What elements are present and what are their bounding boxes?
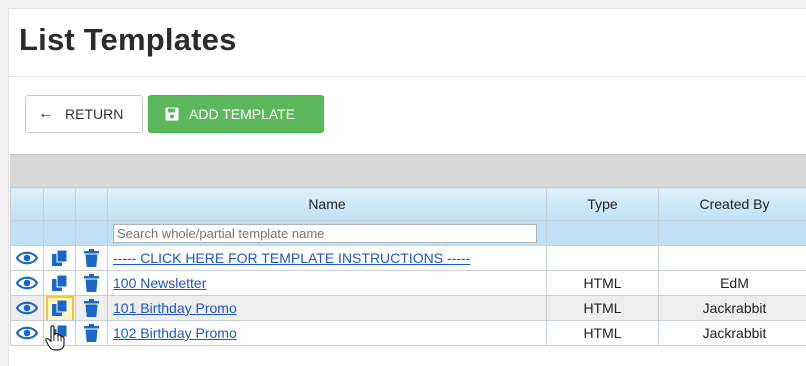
created-by-cell: EdM <box>659 271 806 296</box>
hand-cursor-icon <box>45 325 67 351</box>
add-template-button[interactable]: ADD TEMPLATE <box>148 95 324 133</box>
type-cell <box>547 246 659 271</box>
arrow-left-icon: ← <box>38 106 54 122</box>
column-header-type[interactable]: Type <box>547 188 659 221</box>
header-delete-col <box>76 188 108 221</box>
created-by-cell <box>659 246 806 271</box>
trash-icon[interactable] <box>84 249 99 267</box>
title-divider <box>8 76 806 77</box>
trash-icon[interactable] <box>84 299 99 317</box>
template-link[interactable]: 101 Birthday Promo <box>113 300 237 316</box>
eye-icon[interactable] <box>16 325 38 341</box>
name-filter-cell <box>108 221 547 246</box>
template-search-input[interactable] <box>113 224 537 243</box>
created-by-cell: Jackrabbit <box>659 321 806 346</box>
templates-table: Name Type Created By ----- CLICK HERE FO… <box>10 187 806 346</box>
header-copy-col <box>44 188 76 221</box>
filter-row <box>11 221 806 246</box>
copy-icon[interactable] <box>51 299 69 317</box>
grid-group-bar <box>10 154 806 187</box>
column-header-created-by[interactable]: Created By <box>659 188 806 221</box>
table-row: ----- CLICK HERE FOR TEMPLATE INSTRUCTIO… <box>11 246 806 271</box>
template-link[interactable]: ----- CLICK HERE FOR TEMPLATE INSTRUCTIO… <box>113 250 470 266</box>
trash-icon[interactable] <box>84 274 99 292</box>
copy-icon[interactable] <box>51 274 69 292</box>
copy-icon[interactable] <box>51 249 69 267</box>
eye-icon[interactable] <box>16 275 38 291</box>
page-title: List Templates <box>19 22 237 58</box>
floppy-icon <box>165 107 179 121</box>
template-link[interactable]: 100 Newsletter <box>113 275 206 291</box>
type-cell: HTML <box>547 321 659 346</box>
table-header-row: Name Type Created By <box>11 188 806 221</box>
type-cell: HTML <box>547 296 659 321</box>
type-cell: HTML <box>547 271 659 296</box>
add-template-button-label: ADD TEMPLATE <box>189 106 295 122</box>
return-button-label: RETURN <box>65 106 123 122</box>
created-by-cell: Jackrabbit <box>659 296 806 321</box>
table-row: 102 Birthday Promo HTML Jackrabbit <box>11 321 806 346</box>
eye-icon[interactable] <box>16 300 38 316</box>
header-view-col <box>11 188 44 221</box>
table-row: 100 Newsletter HTML EdM <box>11 271 806 296</box>
eye-icon[interactable] <box>16 250 38 266</box>
table-row: 101 Birthday Promo HTML Jackrabbit <box>11 296 806 321</box>
return-button[interactable]: ← RETURN <box>25 95 143 133</box>
template-link[interactable]: 102 Birthday Promo <box>113 325 237 341</box>
trash-icon[interactable] <box>84 324 99 342</box>
column-header-name[interactable]: Name <box>108 188 547 221</box>
